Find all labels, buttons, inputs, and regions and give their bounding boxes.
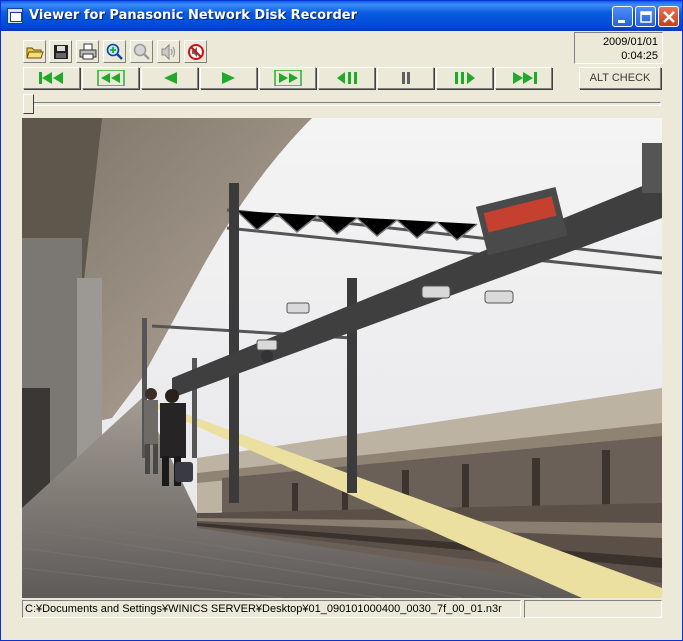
minimize-button[interactable] (612, 6, 633, 27)
app-icon[interactable] (7, 8, 23, 24)
seek-slider-track[interactable] (23, 102, 661, 106)
skip-to-start-button[interactable] (23, 67, 80, 89)
timestamp-display: 2009/01/01 0:04:25 (574, 32, 663, 64)
skip-to-end-icon (512, 72, 537, 84)
reverse-play-icon (163, 72, 177, 84)
viewer-window: Viewer for Panasonic Network Disk Record… (0, 0, 683, 641)
step-back-icon (336, 72, 357, 84)
print-icon (79, 43, 97, 60)
step-back-button[interactable] (318, 67, 375, 89)
fast-forward-button[interactable] (259, 67, 316, 89)
close-icon (663, 11, 675, 23)
close-button[interactable] (658, 6, 679, 27)
skip-to-start-icon (38, 72, 63, 84)
fast-rewind-icon (96, 70, 125, 86)
maximize-icon (640, 11, 652, 23)
zoom-out-icon (133, 43, 150, 60)
audio-button[interactable] (157, 40, 180, 63)
play-icon (221, 72, 235, 84)
pause-icon (401, 72, 410, 84)
fast-rewind-button[interactable] (82, 67, 139, 89)
maximize-button[interactable] (635, 6, 656, 27)
timestamp-time: 0:04:25 (621, 50, 658, 62)
open-folder-icon (26, 47, 44, 59)
skip-to-end-button[interactable] (495, 67, 552, 89)
mute-button[interactable] (184, 40, 207, 63)
zoom-in-button[interactable] (103, 40, 126, 63)
reverse-play-button[interactable] (141, 67, 198, 89)
minimize-icon (618, 20, 625, 23)
step-forward-icon (454, 72, 475, 84)
title-bar[interactable]: Viewer for Panasonic Network Disk Record… (1, 1, 682, 31)
alt-check-button[interactable]: ALT CHECK (579, 67, 661, 89)
open-button[interactable] (23, 40, 46, 63)
no-audio-icon (188, 44, 204, 60)
fast-forward-icon (273, 70, 302, 86)
status-extra-panel (524, 600, 662, 618)
train-station-platform-image (22, 118, 662, 598)
zoom-in-icon (106, 43, 123, 60)
status-file-path: C:¥Documents and Settings¥WINICS SERVER¥… (22, 600, 521, 618)
play-button[interactable] (200, 67, 257, 89)
step-forward-button[interactable] (436, 67, 493, 89)
window-title: Viewer for Panasonic Network Disk Record… (29, 8, 357, 23)
seek-slider-thumb[interactable] (23, 94, 34, 114)
save-icon (54, 45, 68, 59)
audio-icon (161, 43, 176, 61)
zoom-out-button[interactable] (130, 40, 153, 63)
save-button[interactable] (49, 40, 72, 63)
print-button[interactable] (76, 40, 99, 63)
timestamp-date: 2009/01/01 (602, 36, 658, 48)
pause-button[interactable] (377, 67, 434, 89)
video-display[interactable] (22, 118, 662, 598)
